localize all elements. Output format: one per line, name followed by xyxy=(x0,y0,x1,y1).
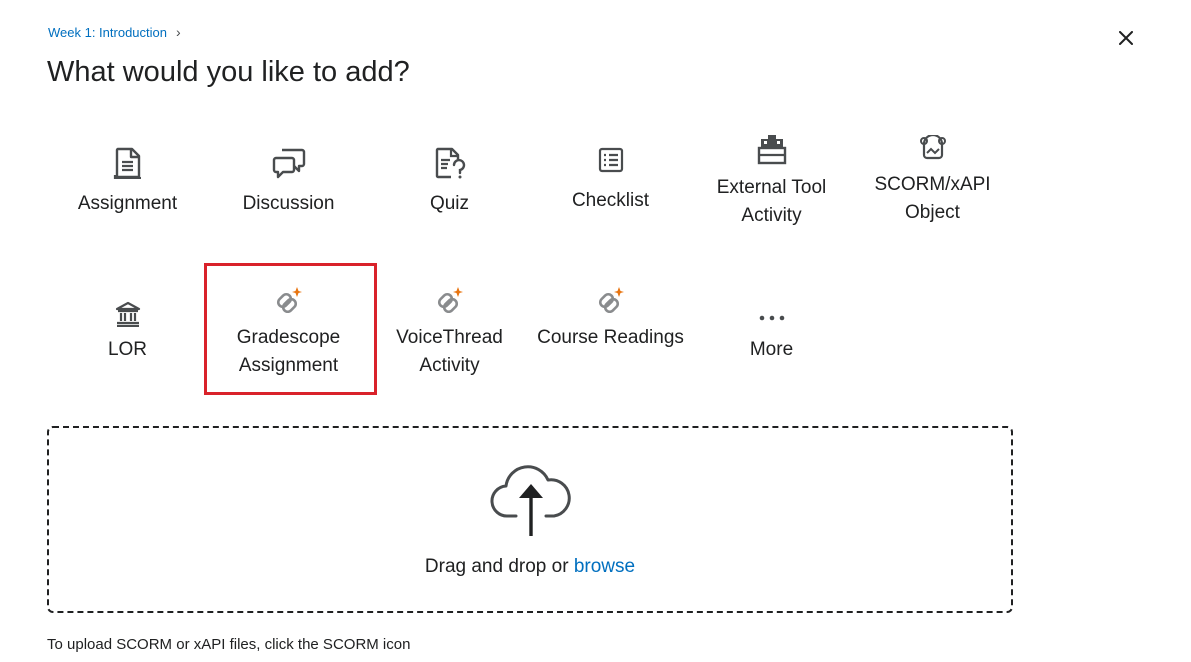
tile-checklist[interactable]: Checklist xyxy=(530,143,691,215)
discussion-icon xyxy=(272,148,305,179)
breadcrumb: Week 1: Introduction › xyxy=(48,24,181,40)
lti-link-icon xyxy=(437,287,463,314)
tile-more[interactable]: More xyxy=(691,297,852,364)
tile-scorm-xapi-object[interactable]: SCORM/xAPI Object xyxy=(852,132,1013,227)
tile-label: Course Readings xyxy=(537,327,684,348)
tile-discussion[interactable]: Discussion xyxy=(208,146,369,218)
tile-label: Checklist xyxy=(571,190,650,211)
browse-link[interactable]: browse xyxy=(574,556,635,577)
tile-course-readings[interactable]: Course Readings xyxy=(530,284,691,352)
tile-label: More xyxy=(749,339,794,360)
tile-quiz[interactable]: Quiz xyxy=(369,146,530,218)
tile-label: LOR xyxy=(107,339,148,360)
tile-assignment[interactable]: Assignment xyxy=(47,146,208,218)
more-icon xyxy=(759,315,784,321)
lti-link-icon xyxy=(598,287,624,314)
tile-external-tool-activity[interactable]: External Tool Activity xyxy=(691,132,852,230)
lor-icon xyxy=(115,301,140,327)
tile-lor[interactable]: LOR xyxy=(47,297,208,364)
tile-voicethread-activity[interactable]: VoiceThread Activity xyxy=(369,284,530,380)
external-tool-icon xyxy=(757,135,786,165)
upload-dropzone[interactable]: Drag and drop or browse xyxy=(47,426,1013,613)
selection-highlight xyxy=(204,263,377,395)
breadcrumb-link-week-1[interactable]: Week 1: Introduction xyxy=(48,25,167,40)
add-activity-dialog: Week 1: Introduction › What would you li… xyxy=(0,0,1191,662)
page-title: What would you like to add? xyxy=(47,56,410,88)
checklist-icon xyxy=(598,147,623,173)
assignment-icon xyxy=(113,147,141,179)
breadcrumb-separator: › xyxy=(176,24,181,40)
tile-label: External Tool Activity xyxy=(716,177,827,226)
close-icon xyxy=(1119,31,1133,45)
tile-label: Assignment xyxy=(77,193,178,214)
dropzone-text: Drag and drop or browse xyxy=(49,556,1011,578)
tile-label: SCORM/xAPI Object xyxy=(874,174,991,223)
cloud-upload-icon xyxy=(490,465,571,536)
scorm-upload-hint: To upload SCORM or xAPI files, click the… xyxy=(47,636,411,653)
tile-label: VoiceThread Activity xyxy=(396,327,503,376)
scorm-icon xyxy=(919,135,946,160)
tile-label: Discussion xyxy=(242,193,335,214)
tile-label: Quiz xyxy=(429,193,470,214)
quiz-icon xyxy=(435,147,465,179)
dropzone-instruction: Drag and drop or xyxy=(424,556,574,577)
close-button[interactable] xyxy=(1112,24,1140,52)
